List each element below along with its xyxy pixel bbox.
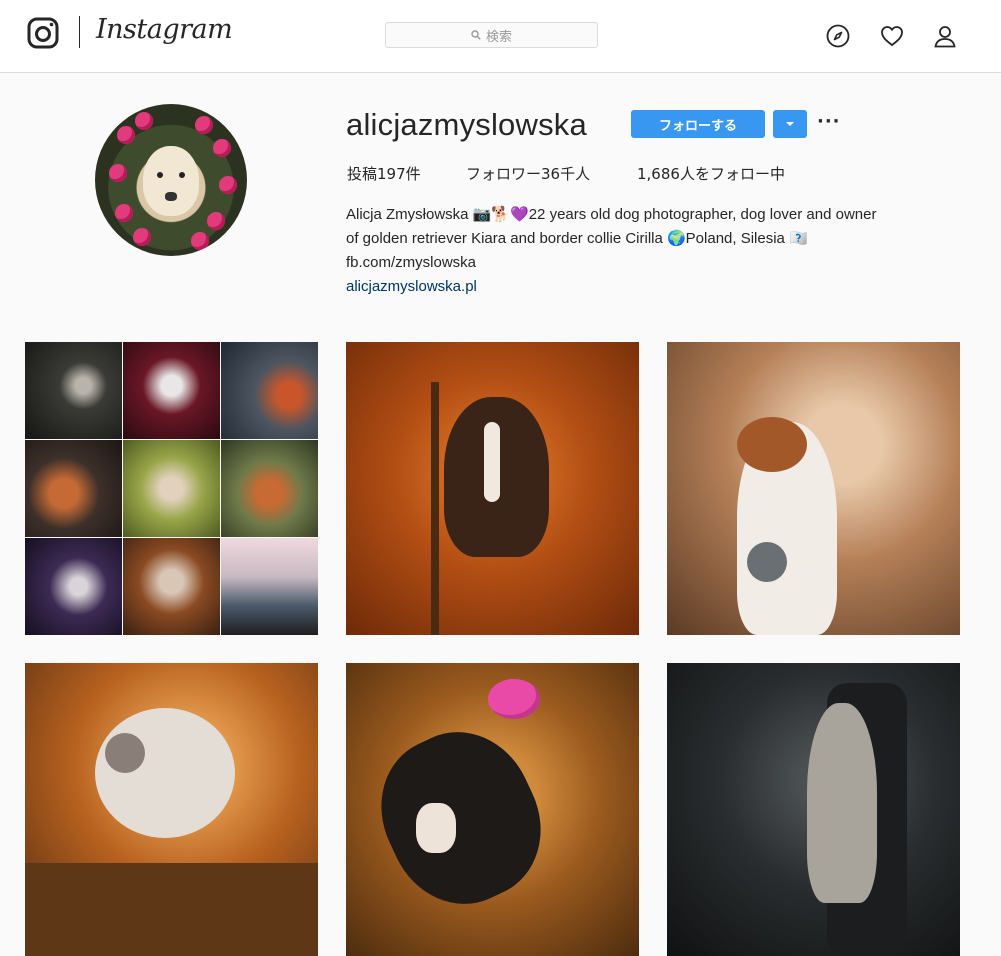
profile-bio: Alicja Zmysłowska 📷🐕💜22 years old dog ph…: [346, 203, 966, 299]
chevron-down-icon: [786, 122, 794, 126]
search-icon: [471, 30, 481, 40]
post-thumbnail[interactable]: [346, 342, 639, 635]
bio-line: Alicja Zmysłowska 📷🐕💜22 years old dog ph…: [346, 206, 877, 223]
search-placeholder: 検索: [485, 29, 512, 45]
user-icon[interactable]: [933, 24, 957, 48]
post-thumbnail[interactable]: [25, 663, 318, 956]
top-nav-bar: Instagram 検索: [0, 0, 1001, 73]
followers-count[interactable]: フォロワー36千人: [466, 163, 590, 184]
website-link[interactable]: alicjazmyslowska.pl: [346, 275, 966, 299]
more-options-button[interactable]: ···: [817, 111, 841, 132]
post-thumbnail[interactable]: [667, 663, 960, 956]
profile-username: alicjazmyslowska: [346, 107, 587, 142]
post-thumbnail[interactable]: [25, 342, 318, 635]
follow-button[interactable]: フォローする: [631, 110, 765, 138]
instagram-logo-icon[interactable]: [27, 17, 59, 49]
bio-line: fb.com/zmyslowska: [346, 254, 477, 271]
heart-icon[interactable]: [880, 24, 904, 48]
post-thumbnail[interactable]: [667, 342, 960, 635]
search-input[interactable]: 検索: [385, 22, 598, 48]
suggestions-dropdown-button[interactable]: [773, 110, 807, 138]
instagram-wordmark[interactable]: Instagram: [96, 14, 233, 45]
avatar[interactable]: [95, 104, 247, 256]
logo-divider: [79, 16, 80, 48]
post-thumbnail[interactable]: [346, 663, 639, 956]
following-count[interactable]: 1,686人をフォロー中: [637, 163, 785, 184]
bio-line: of golden retriever Kiara and border col…: [346, 230, 808, 247]
posts-count: 投稿197件: [347, 165, 421, 183]
compass-icon[interactable]: [826, 24, 850, 48]
